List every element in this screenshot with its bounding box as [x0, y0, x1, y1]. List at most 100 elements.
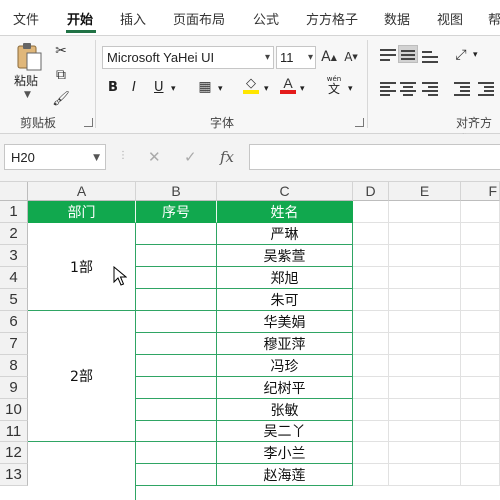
clipboard-launcher-icon[interactable] — [84, 118, 93, 127]
tab-page-layout[interactable]: 页面布局 — [173, 9, 225, 28]
empty-cell[interactable] — [353, 223, 389, 245]
tab-fangfang[interactable]: 方方格子 — [306, 9, 358, 28]
formula-input[interactable] — [249, 144, 500, 170]
name-cell[interactable]: 吴紫萱 — [217, 245, 353, 267]
empty-cell[interactable] — [353, 377, 389, 399]
empty-cell[interactable] — [353, 464, 389, 486]
empty-cell[interactable] — [389, 223, 461, 245]
empty-cell[interactable] — [461, 442, 500, 464]
cut-icon[interactable]: ✂ — [50, 40, 72, 62]
empty-cell[interactable] — [353, 267, 389, 289]
borders-icon[interactable]: ▦ — [194, 76, 216, 98]
font-color-icon[interactable]: A — [277, 74, 299, 96]
sequence-cell[interactable] — [136, 377, 217, 399]
align-middle-icon[interactable] — [398, 45, 418, 63]
align-bottom-icon[interactable] — [420, 46, 440, 64]
sequence-cell[interactable] — [136, 289, 217, 311]
paste-dropdown-icon[interactable]: ▼ — [24, 90, 31, 100]
orientation-dropdown-icon[interactable]: ▾ — [473, 50, 478, 60]
column-header-c[interactable]: C — [217, 182, 353, 201]
empty-cell[interactable] — [461, 201, 500, 223]
tab-help[interactable]: 帮 — [488, 9, 500, 28]
empty-cell[interactable] — [389, 267, 461, 289]
tab-home[interactable]: 开始 — [67, 9, 93, 28]
italic-button[interactable]: I — [132, 80, 136, 95]
underline-dropdown-icon[interactable]: ▾ — [171, 84, 176, 94]
row-header[interactable]: 12 — [0, 442, 28, 464]
row-header[interactable]: 11 — [0, 421, 28, 442]
tab-view[interactable]: 视图 — [437, 9, 463, 28]
empty-cell[interactable] — [461, 223, 500, 245]
empty-cell[interactable] — [461, 399, 500, 421]
name-cell[interactable]: 赵海莲 — [217, 464, 353, 486]
row-header[interactable]: 6 — [0, 311, 28, 333]
phonetic-dropdown-icon[interactable]: ▾ — [348, 84, 353, 94]
name-cell[interactable]: 华美娟 — [217, 311, 353, 333]
sequence-cell[interactable] — [136, 464, 217, 486]
column-header-e[interactable]: E — [389, 182, 461, 201]
sequence-cell[interactable] — [136, 311, 217, 333]
row-header[interactable]: 9 — [0, 377, 28, 399]
row-header[interactable]: 7 — [0, 333, 28, 355]
column-header-d[interactable]: D — [353, 182, 389, 201]
cancel-icon[interactable]: ✕ — [148, 148, 161, 166]
empty-cell[interactable] — [389, 421, 461, 442]
empty-cell[interactable] — [389, 201, 461, 223]
header-cell-name[interactable]: 姓名 — [217, 201, 353, 223]
name-cell[interactable]: 冯珍 — [217, 355, 353, 377]
decrease-indent-icon[interactable] — [452, 80, 472, 98]
increase-font-icon[interactable]: A ▲ — [318, 46, 340, 68]
empty-cell[interactable] — [389, 245, 461, 267]
department-cell[interactable]: 2部 — [28, 311, 136, 442]
sequence-cell[interactable] — [136, 245, 217, 267]
empty-cell[interactable] — [461, 333, 500, 355]
empty-cell[interactable] — [389, 311, 461, 333]
sequence-cell[interactable] — [136, 333, 217, 355]
empty-cell[interactable] — [353, 245, 389, 267]
enter-icon[interactable]: ✓ — [184, 148, 197, 166]
orientation-icon[interactable]: ⤢ — [450, 44, 472, 66]
more-options-icon[interactable]: ⋮ — [118, 150, 128, 161]
sequence-cell[interactable] — [136, 355, 217, 377]
name-cell[interactable]: 李小兰 — [217, 442, 353, 464]
empty-cell[interactable] — [461, 464, 500, 486]
empty-cell[interactable] — [461, 245, 500, 267]
paste-button[interactable]: 粘贴 — [14, 72, 38, 89]
align-center-icon[interactable] — [398, 80, 418, 98]
empty-cell[interactable] — [389, 333, 461, 355]
align-top-icon[interactable] — [378, 46, 398, 64]
column-header-a[interactable]: A — [28, 182, 136, 201]
row-header[interactable]: 4 — [0, 267, 28, 289]
font-size-select[interactable]: 11 ▾ — [276, 46, 316, 69]
align-right-icon[interactable] — [420, 80, 440, 98]
name-cell[interactable]: 严琳 — [217, 223, 353, 245]
sequence-cell[interactable] — [136, 223, 217, 245]
name-cell[interactable]: 纪树平 — [217, 377, 353, 399]
empty-cell[interactable] — [353, 442, 389, 464]
fill-color-icon[interactable]: ◇ — [240, 74, 262, 96]
borders-dropdown-icon[interactable]: ▾ — [218, 84, 223, 94]
align-left-icon[interactable] — [378, 80, 398, 98]
sequence-cell[interactable] — [136, 399, 217, 421]
bold-button[interactable]: B — [108, 80, 118, 95]
row-header[interactable]: 3 — [0, 245, 28, 267]
empty-cell[interactable] — [461, 377, 500, 399]
name-box[interactable]: H20 ▼ — [4, 144, 106, 170]
row-header[interactable]: 10 — [0, 399, 28, 421]
empty-cell[interactable] — [389, 399, 461, 421]
format-painter-icon[interactable]: 🖌 — [50, 88, 72, 110]
tab-file[interactable]: 文件 — [13, 9, 39, 28]
font-name-select[interactable]: Microsoft YaHei UI ▾ — [102, 46, 274, 69]
decrease-font-icon[interactable]: A ▼ — [340, 46, 362, 68]
name-cell[interactable]: 张敏 — [217, 399, 353, 421]
empty-cell[interactable] — [353, 289, 389, 311]
tab-formulas[interactable]: 公式 — [253, 9, 279, 28]
empty-cell[interactable] — [461, 267, 500, 289]
empty-cell[interactable] — [389, 289, 461, 311]
name-cell[interactable]: 穆亚萍 — [217, 333, 353, 355]
empty-cell[interactable] — [353, 333, 389, 355]
tab-insert[interactable]: 插入 — [120, 9, 146, 28]
row-header[interactable]: 1 — [0, 201, 28, 223]
empty-cell[interactable] — [353, 201, 389, 223]
paste-icon[interactable] — [16, 42, 44, 72]
